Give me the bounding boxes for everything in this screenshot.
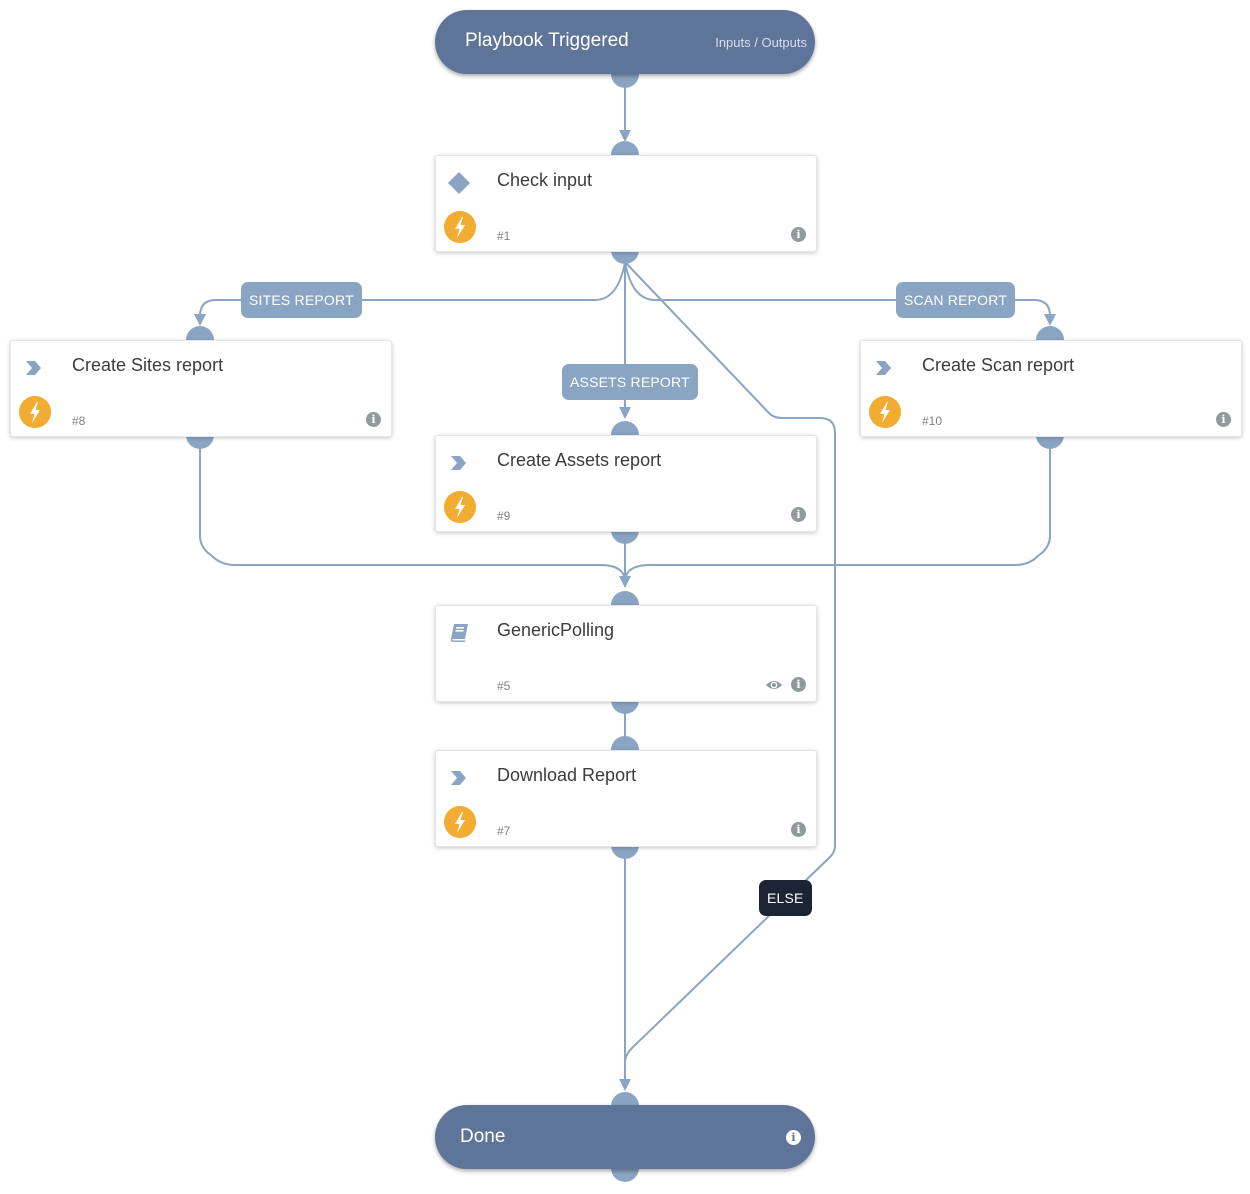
input-port[interactable] — [1036, 326, 1064, 340]
task-title: Create Assets report — [497, 450, 662, 470]
output-port[interactable] — [611, 1168, 639, 1182]
task-title: Check input — [497, 170, 593, 190]
output-port[interactable] — [611, 74, 639, 88]
output-port[interactable] — [611, 530, 639, 544]
task-title: Create Sites report — [72, 355, 224, 375]
task-download-report[interactable]: Download Report #7 i — [435, 750, 817, 847]
info-icon[interactable]: i — [791, 822, 806, 837]
task-title: GenericPolling — [497, 620, 615, 640]
done-node[interactable]: Done i — [435, 1105, 815, 1169]
arrowhead — [1044, 314, 1056, 326]
output-port[interactable] — [611, 845, 639, 859]
eye-icon[interactable] — [765, 678, 783, 692]
arrowhead — [619, 407, 631, 419]
info-icon[interactable]: i — [1216, 412, 1231, 427]
chevron-right-icon — [451, 456, 466, 470]
input-port[interactable] — [611, 1092, 639, 1106]
automation-bolt-icon — [869, 396, 901, 428]
info-icon[interactable]: i — [791, 677, 806, 692]
automation-bolt-icon — [19, 396, 51, 428]
task-id: #1 — [497, 229, 511, 243]
output-port[interactable] — [611, 250, 639, 264]
info-icon[interactable]: i — [791, 227, 806, 242]
task-title: Create Scan report — [922, 355, 1075, 375]
automation-bolt-icon — [444, 806, 476, 838]
branch-label-assets-report[interactable]: ASSETS REPORT — [562, 364, 698, 400]
task-create-assets-report[interactable]: Create Assets report #9 i — [435, 435, 817, 532]
arrowhead — [619, 576, 631, 588]
branch-label-scan-report[interactable]: SCAN REPORT — [896, 282, 1016, 318]
input-port[interactable] — [611, 591, 639, 605]
start-node-title: Playbook Triggered — [465, 30, 629, 51]
info-icon[interactable]: i — [791, 507, 806, 522]
output-port[interactable] — [186, 435, 214, 449]
input-port[interactable] — [611, 141, 639, 155]
end-node-title: Done — [460, 1126, 506, 1147]
task-create-sites-report[interactable]: Create Sites report #8 i — [10, 340, 392, 437]
arrowhead — [194, 314, 206, 326]
info-icon[interactable]: i — [366, 412, 381, 427]
book-icon — [450, 624, 468, 642]
task-id: #7 — [497, 824, 511, 838]
input-port[interactable] — [186, 326, 214, 340]
task-create-scan-report[interactable]: Create Scan report #10 i — [860, 340, 1242, 437]
arrowhead — [619, 130, 631, 142]
output-port[interactable] — [611, 700, 639, 714]
chevron-right-icon — [876, 361, 891, 375]
output-port[interactable] — [1036, 435, 1064, 449]
task-id: #5 — [497, 679, 511, 693]
info-icon[interactable]: i — [786, 1130, 801, 1145]
task-title: Download Report — [497, 765, 637, 785]
task-generic-polling[interactable]: GenericPolling #5 i — [435, 605, 817, 702]
branch-label-else[interactable]: ELSE — [759, 880, 812, 916]
task-check-input[interactable]: Check input #1 i — [435, 155, 817, 252]
chevron-right-icon — [451, 771, 466, 785]
input-port[interactable] — [611, 421, 639, 435]
automation-bolt-icon — [444, 211, 476, 243]
chevron-right-icon — [26, 361, 41, 375]
playbook-triggered-node[interactable]: Playbook Triggered Inputs / Outputs — [435, 10, 815, 74]
automation-bolt-icon — [444, 491, 476, 523]
arrowhead — [619, 1079, 631, 1091]
input-port[interactable] — [611, 736, 639, 750]
branch-label-sites-report[interactable]: SITES REPORT — [241, 282, 362, 318]
task-id: #9 — [497, 509, 511, 523]
inputs-outputs-link[interactable]: Inputs / Outputs — [715, 35, 807, 50]
condition-diamond-icon — [448, 172, 470, 194]
task-id: #10 — [922, 414, 943, 428]
task-id: #8 — [72, 414, 86, 428]
